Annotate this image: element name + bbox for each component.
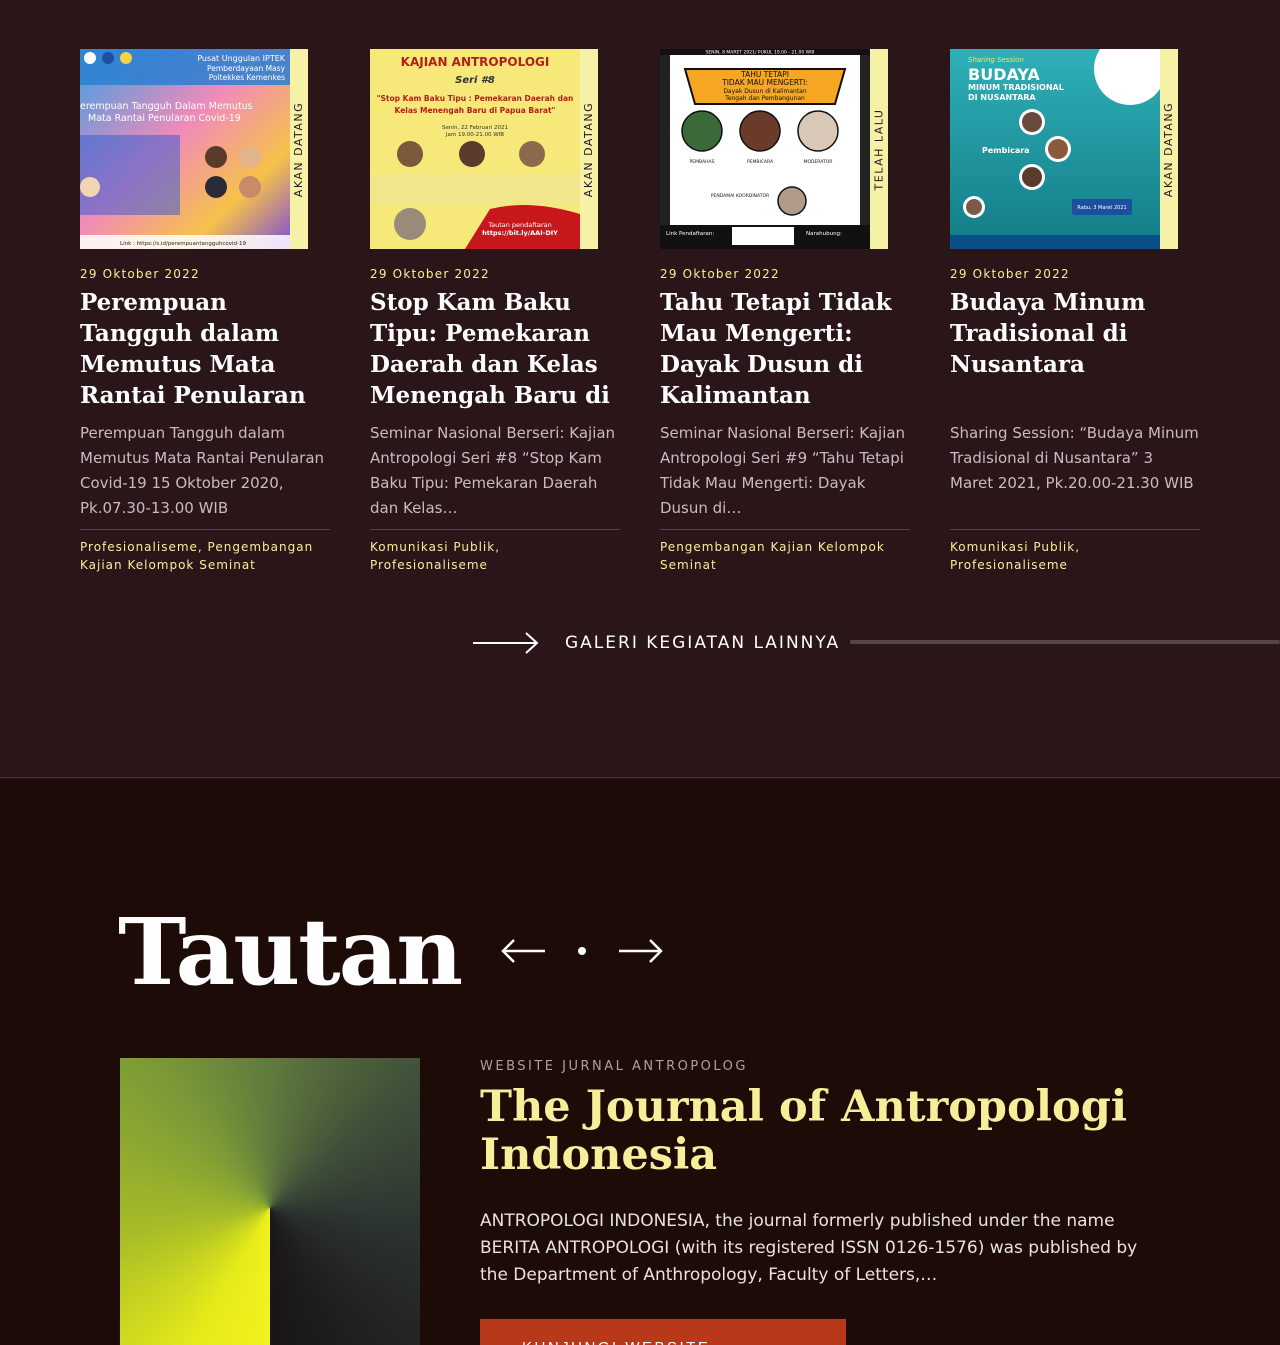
event-excerpt: Perempuan Tangguh dalam Memutus Mata Ran… xyxy=(80,424,325,517)
gallery-scroll-track[interactable] xyxy=(850,640,1280,644)
status-tab: AKAN DATANG xyxy=(1160,49,1178,249)
more-gallery-link[interactable]: GALERI KEGIATAN LAINNYA xyxy=(472,628,840,658)
poster-text: PEMBICARA xyxy=(747,159,774,165)
event-date: 29 Oktober 2022 xyxy=(660,267,780,281)
event-thumbnail[interactable]: Pusat Unggulan IPTEK Pemberdayaan Masy P… xyxy=(80,49,308,249)
poster-text: Tautan pendaftaran xyxy=(487,221,552,229)
gallery-section: Pusat Unggulan IPTEK Pemberdayaan Masy P… xyxy=(0,0,1280,778)
event-title[interactable]: Perempuan Tangguh dalam Memutus Mata Ran… xyxy=(80,287,330,411)
poster-text: "Stop Kam Baku Tipu : Pemekaran Daerah d… xyxy=(377,94,574,103)
event-excerpt: Seminar Nasional Berseri: Kajian Antropo… xyxy=(370,424,616,517)
poster-text: SENIN, 8 MARET 2021/ PUKUL 19.00 - 21.00… xyxy=(705,50,814,56)
arrow-right-icon[interactable] xyxy=(618,937,664,965)
section-title: Tautan xyxy=(118,898,463,1006)
event-title[interactable]: Tahu Tetapi Tidak Mau Mengerti: Dayak Du… xyxy=(660,287,910,411)
links-section: Tautan WEBSITE JURNAL ANTROPOLOG The Jou… xyxy=(0,779,1280,1345)
visit-website-button[interactable]: KUNJUNGI WEBSITE xyxy=(480,1319,846,1345)
status-label: AKAN DATANG xyxy=(292,101,306,197)
poster-text: Kelas Menengah Baru di Papua Barat" xyxy=(395,106,556,115)
poster-text: PENDAMAI KOORDINATOR xyxy=(711,193,769,199)
poster-text: BUDAYA xyxy=(968,65,1040,84)
arrow-left-icon[interactable] xyxy=(500,937,546,965)
poster-text: PEMBAHAS xyxy=(690,159,715,165)
event-title[interactable]: Stop Kam Baku Tipu: Pemekaran Daerah dan… xyxy=(370,287,620,411)
event-poster: Sharing Session BUDAYA MINUM TRADISIONAL… xyxy=(950,49,1160,249)
poster-text: Jam 19.00-21.00 WIB xyxy=(445,132,504,138)
status-label: TELAH LALU xyxy=(872,108,886,190)
poster-text: Mata Rantai Penularan Covid-19 xyxy=(88,113,241,124)
event-title[interactable]: Budaya Minum Tradisional di Nusantara xyxy=(950,287,1200,411)
status-label: AKAN DATANG xyxy=(1162,101,1176,197)
card-divider xyxy=(80,529,330,530)
carousel-nav xyxy=(500,937,664,965)
poster-text: DI NUSANTARA xyxy=(968,93,1036,102)
poster-text: Rabu, 3 Maret 2021 xyxy=(1077,205,1126,211)
event-excerpt: Sharing Session: “Budaya Minum Tradision… xyxy=(950,424,1199,492)
event-thumbnail[interactable]: KAJIAN ANTROPOLOGI Seri #8 "Stop Kam Bak… xyxy=(370,49,598,249)
carousel-dot[interactable] xyxy=(578,947,586,955)
event-card[interactable]: Sharing Session BUDAYA MINUM TRADISIONAL… xyxy=(950,49,1200,574)
poster-text: Link : https://s.id/perempuantangguhcovi… xyxy=(120,241,247,247)
arrow-right-icon xyxy=(473,632,539,654)
status-label: AKAN DATANG xyxy=(582,101,596,197)
poster-text: KAJIAN ANTROPOLOGI xyxy=(401,55,550,69)
poster-text: Dayak Dusun di Kalimantan xyxy=(723,88,807,95)
poster-text: Pembicara xyxy=(982,146,1030,155)
event-poster: Pusat Unggulan IPTEK Pemberdayaan Masy P… xyxy=(80,49,290,249)
poster-text: MINUM TRADISIONAL xyxy=(968,83,1064,92)
event-card[interactable]: KAJIAN ANTROPOLOGI Seri #8 "Stop Kam Bak… xyxy=(370,49,620,574)
poster-text: Sharing Session xyxy=(968,56,1024,64)
journal-title[interactable]: The Journal of Antropologi Indonesia xyxy=(480,1083,1180,1179)
poster-text: Seri #8 xyxy=(455,75,495,86)
poster-text: Link Pendaftaran: xyxy=(666,231,714,237)
poster-text: Pusat Unggulan IPTEK xyxy=(197,54,286,63)
status-tab: AKAN DATANG xyxy=(580,49,598,249)
more-gallery-label: GALERI KEGIATAN LAINNYA xyxy=(565,633,841,653)
poster-text: https://bit.ly/AAI-DIY xyxy=(482,229,558,237)
card-divider xyxy=(660,529,910,530)
card-divider xyxy=(370,529,620,530)
poster-text: erempuan Tangguh Dalam Memutus xyxy=(80,101,253,112)
card-divider xyxy=(950,529,1200,530)
status-tab: AKAN DATANG xyxy=(290,49,308,249)
event-tags[interactable]: Komunikasi Publik, Profesionaliseme xyxy=(370,538,620,574)
journal-kicker: WEBSITE JURNAL ANTROPOLOG xyxy=(480,1059,748,1074)
poster-text: Pemberdayaan Masy xyxy=(207,64,286,73)
event-date: 29 Oktober 2022 xyxy=(80,267,200,281)
poster-text: Tengah dan Pembangunan xyxy=(724,95,805,102)
journal-description: ANTROPOLOGI INDONESIA, the journal forme… xyxy=(480,1211,1138,1285)
event-thumbnail[interactable]: Sharing Session BUDAYA MINUM TRADISIONAL… xyxy=(950,49,1178,249)
poster-text: MODERATOR xyxy=(804,159,833,165)
poster-text: Poltekkes Kemenkes xyxy=(209,73,285,82)
event-date: 29 Oktober 2022 xyxy=(370,267,490,281)
poster-text: TIDAK MAU MENGERTI: xyxy=(721,78,808,87)
status-tab: TELAH LALU xyxy=(870,49,888,249)
poster-text: Senin, 22 Februari 2021 xyxy=(442,125,508,131)
event-tags[interactable]: Profesionaliseme, Pengembangan Kajian Ke… xyxy=(80,538,330,574)
event-card[interactable]: SENIN, 8 MARET 2021/ PUKUL 19.00 - 21.00… xyxy=(660,49,910,574)
event-excerpt: Seminar Nasional Berseri: Kajian Antropo… xyxy=(660,424,906,517)
event-thumbnail[interactable]: SENIN, 8 MARET 2021/ PUKUL 19.00 - 21.00… xyxy=(660,49,888,249)
event-poster: SENIN, 8 MARET 2021/ PUKUL 19.00 - 21.00… xyxy=(660,49,870,249)
event-tags[interactable]: Pengembangan Kajian Kelompok Seminat xyxy=(660,538,910,574)
event-tags[interactable]: Komunikasi Publik, Profesionaliseme xyxy=(950,538,1200,574)
event-card[interactable]: Pusat Unggulan IPTEK Pemberdayaan Masy P… xyxy=(80,49,330,574)
journal-cover-image[interactable] xyxy=(120,1058,420,1345)
event-date: 29 Oktober 2022 xyxy=(950,267,1070,281)
event-poster: KAJIAN ANTROPOLOGI Seri #8 "Stop Kam Bak… xyxy=(370,49,580,249)
poster-text: Narahubung: xyxy=(806,231,842,237)
